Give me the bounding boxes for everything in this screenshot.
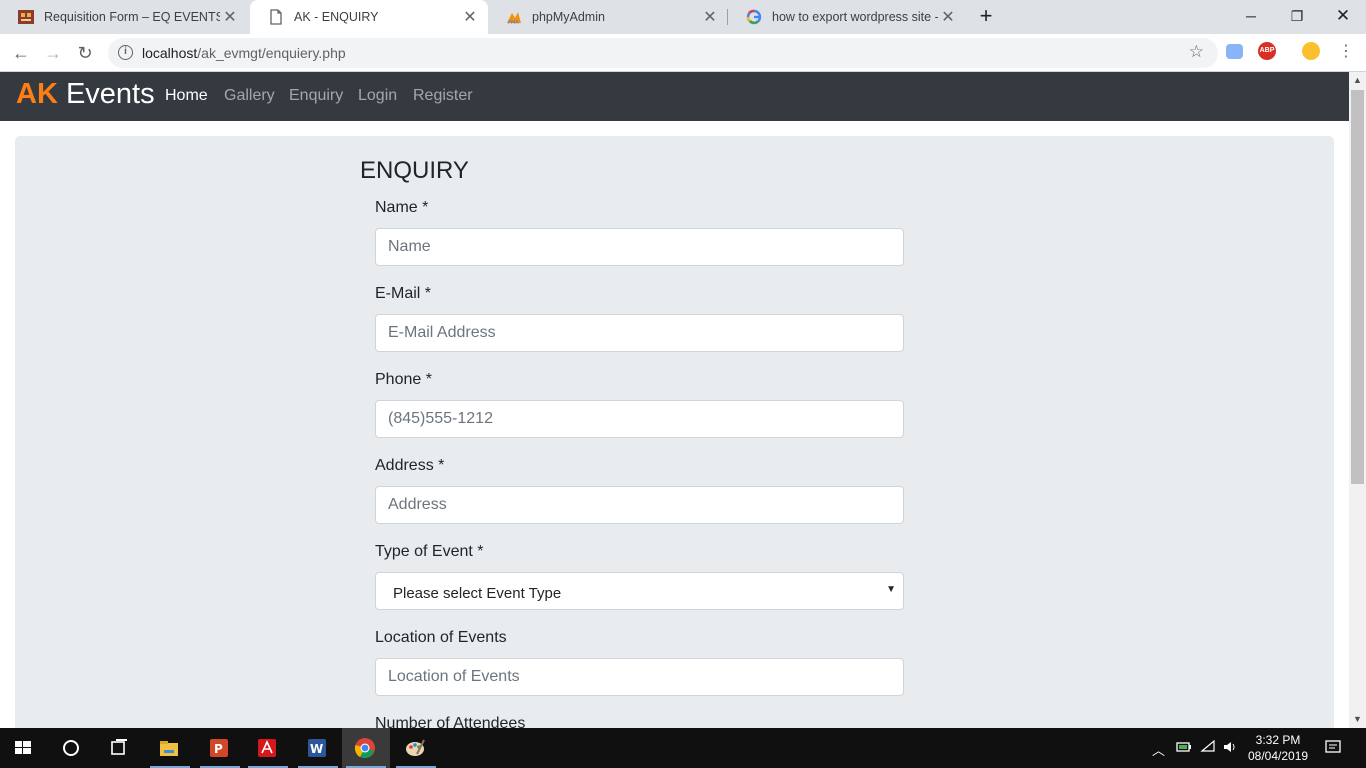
restore-window-icon[interactable]: ❐ (1274, 0, 1320, 34)
page-favicon-icon (268, 9, 284, 25)
url-host: localhost (142, 45, 198, 61)
minimize-window-icon[interactable]: ─ (1228, 0, 1274, 34)
email-label: E-Mail * (375, 285, 432, 302)
form-favicon-icon (18, 9, 34, 25)
nav-link-home[interactable]: Home (165, 87, 208, 105)
dropdown-caret-icon: ▼ (886, 584, 896, 595)
browser-tab-phpmyadmin[interactable]: PMA phpMyAdmin ✕ (488, 0, 728, 34)
close-tab-icon[interactable]: ✕ (460, 7, 480, 27)
clock-date: 08/04/2019 (1248, 749, 1309, 763)
action-center-icon[interactable] (1325, 740, 1341, 757)
browser-tab-google[interactable]: how to export wordpress site - G ✕ (728, 0, 966, 34)
chrome-icon[interactable] (342, 728, 390, 768)
scroll-down-arrow-icon[interactable]: ▼ (1349, 711, 1366, 728)
scroll-up-arrow-icon[interactable]: ▲ (1349, 72, 1366, 89)
wifi-icon[interactable] (1200, 739, 1216, 757)
url-path: /ak_evmgt/enquiery.php (197, 45, 346, 61)
scrollbar-thumb[interactable] (1351, 90, 1364, 484)
browser-tab-strip: Requisition Form – EQ EVENTS ✕ AK - ENQU… (0, 0, 1366, 34)
windows-start-icon[interactable] (0, 728, 48, 768)
brand-rest: Events (57, 78, 155, 110)
task-view-icon[interactable] (96, 728, 144, 768)
google-favicon-icon (746, 9, 762, 25)
windows-taskbar: P W ︿ 3:32 PM 08/04/2019 (0, 728, 1366, 768)
close-tab-icon[interactable]: ✕ (220, 7, 240, 27)
location-input[interactable] (375, 658, 904, 696)
brand-accent: AK (16, 78, 58, 110)
svg-text:PMA: PMA (508, 20, 519, 25)
browser-tab-enquiry[interactable]: AK - ENQUIRY ✕ (250, 0, 488, 34)
browser-tab-requisition[interactable]: Requisition Form – EQ EVENTS ✕ (0, 0, 248, 34)
event-type-selected-value: Please select Event Type (393, 585, 562, 602)
svg-text:W: W (310, 742, 323, 756)
name-input[interactable] (375, 228, 904, 266)
close-tab-icon[interactable]: ✕ (938, 7, 958, 27)
address-bar[interactable]: i localhost/ak_evmgt/enquiery.php ☆ (108, 38, 1218, 68)
address-label: Address * (375, 457, 445, 474)
page-title: ENQUIRY (360, 157, 469, 184)
nav-link-enquiry[interactable]: Enquiry (289, 87, 343, 105)
address-input[interactable] (375, 486, 904, 524)
close-window-icon[interactable]: ✕ (1320, 0, 1366, 34)
attendees-label: Number of Attendees (375, 715, 526, 728)
nav-link-login[interactable]: Login (358, 87, 397, 105)
bookmark-star-icon[interactable]: ☆ (1189, 42, 1204, 62)
page-viewport: AK Events Home Gallery Enquiry Login Reg… (0, 72, 1349, 728)
show-hidden-icons-chevron-icon[interactable]: ︿ (1152, 740, 1165, 759)
clock-time: 3:32 PM (1255, 733, 1301, 747)
tab-title: Requisition Form – EQ EVENTS (44, 10, 220, 24)
svg-text:P: P (214, 742, 223, 756)
brand-logo[interactable]: AK Events (16, 78, 155, 111)
site-navbar: AK Events Home Gallery Enquiry Login Reg… (0, 72, 1349, 121)
name-label: Name * (375, 199, 429, 216)
search-circle-icon[interactable] (48, 728, 96, 768)
volume-icon[interactable] (1222, 740, 1238, 757)
forward-arrow-icon[interactable]: → (40, 40, 66, 66)
location-label: Location of Events (375, 629, 507, 646)
back-arrow-icon[interactable]: ← (8, 40, 34, 66)
file-explorer-icon[interactable] (146, 728, 194, 768)
emoji-extension-icon[interactable] (1302, 42, 1320, 60)
new-tab-button[interactable]: + (974, 5, 998, 29)
battery-icon[interactable] (1176, 740, 1192, 757)
site-info-icon[interactable]: i (118, 45, 133, 60)
powerpoint-icon[interactable]: P (196, 728, 244, 768)
acrobat-icon[interactable] (244, 728, 292, 768)
phone-input[interactable] (375, 400, 904, 438)
url-text[interactable]: localhost/ak_evmgt/enquiery.php (142, 45, 346, 61)
browser-toolbar: ← → ↻ i localhost/ak_evmgt/enquiery.php … (0, 34, 1366, 72)
browser-menu-icon[interactable]: ⋮ (1338, 42, 1354, 62)
tab-title: phpMyAdmin (532, 10, 605, 24)
close-tab-icon[interactable]: ✕ (700, 7, 720, 27)
nav-link-register[interactable]: Register (413, 87, 473, 105)
event-type-select[interactable]: Please select Event Type ▼ (375, 572, 904, 610)
tab-title: how to export wordpress site - G (772, 10, 938, 24)
word-icon[interactable]: W (294, 728, 342, 768)
paint-icon[interactable] (392, 728, 440, 768)
page-scrollbar[interactable]: ▲ ▼ (1349, 72, 1366, 728)
reload-icon[interactable]: ↻ (72, 40, 98, 66)
phone-label: Phone * (375, 371, 432, 388)
tab-title: AK - ENQUIRY (294, 10, 379, 24)
phpmyadmin-favicon-icon: PMA (506, 9, 522, 26)
camera-extension-icon[interactable] (1226, 44, 1243, 59)
email-input[interactable] (375, 314, 904, 352)
system-clock[interactable]: 3:32 PM 08/04/2019 (1248, 732, 1308, 764)
adblock-extension-icon[interactable]: ABP (1258, 42, 1276, 60)
event-type-label: Type of Event * (375, 543, 484, 560)
nav-link-gallery[interactable]: Gallery (224, 87, 275, 105)
